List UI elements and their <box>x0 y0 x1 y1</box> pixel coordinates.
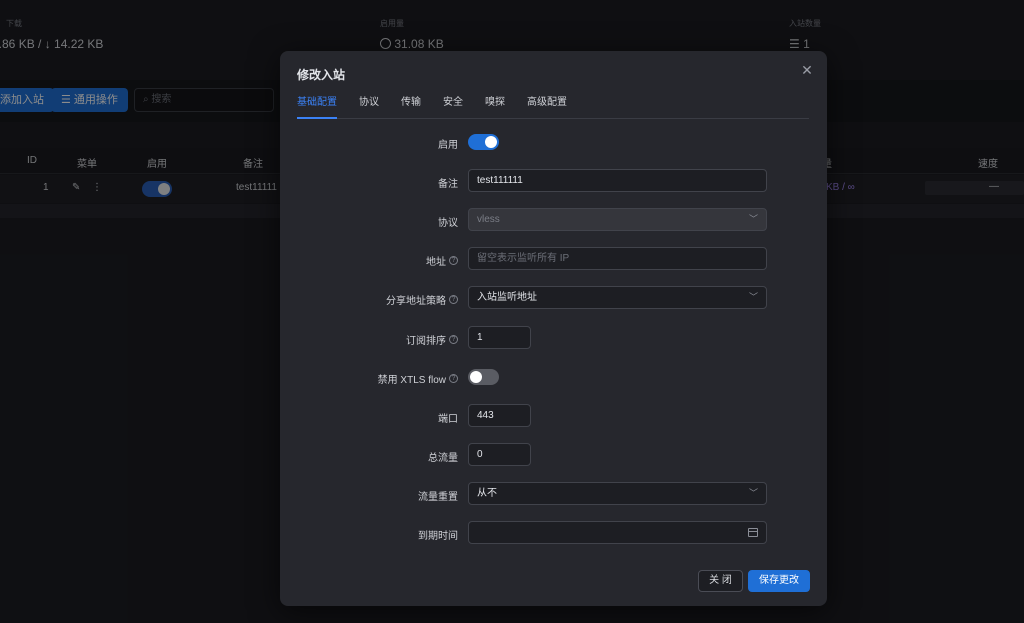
help-icon[interactable]: ? <box>449 374 458 383</box>
remark-label-text: 备注 <box>438 179 458 190</box>
share-strategy-label: 分享地址策略 ? <box>386 292 458 307</box>
tab-bar: 基础配置 协议 传输 安全 嗅探 高级配置 <box>297 97 809 119</box>
xtls-flow-label: 禁用 XTLS flow ? <box>378 371 458 386</box>
toggle-knob <box>470 371 482 383</box>
chevron-down-icon: ﹀ <box>748 488 758 498</box>
port-label: 端口 <box>438 410 458 425</box>
edit-inbound-modal: 修改入站 ✕ 基础配置 协议 传输 安全 嗅探 高级配置 启用 备注 test1… <box>280 51 827 606</box>
tab-transport[interactable]: 传输 <box>401 97 421 119</box>
sub-sort-label-text: 订阅排序 <box>406 336 446 347</box>
share-strategy-value: 入站监听地址 <box>477 292 537 303</box>
protocol-label: 协议 <box>438 214 458 229</box>
tab-basic[interactable]: 基础配置 <box>297 97 337 119</box>
remark-input[interactable]: test111111 <box>468 169 767 192</box>
protocol-select[interactable]: vless ﹀ <box>468 208 767 231</box>
chevron-down-icon: ﹀ <box>748 292 758 302</box>
expiry-date-picker[interactable] <box>468 521 767 544</box>
protocol-value: vless <box>477 214 500 225</box>
chevron-down-icon: ﹀ <box>748 214 758 224</box>
protocol-label-text: 协议 <box>438 218 458 229</box>
enable-label-text: 启用 <box>438 140 458 151</box>
traffic-reset-value: 从不 <box>477 488 497 499</box>
port-label-text: 端口 <box>438 414 458 425</box>
traffic-reset-select[interactable]: 从不 ﹀ <box>468 482 767 505</box>
toggle-knob <box>485 136 497 148</box>
address-input[interactable]: 留空表示监听所有 IP <box>468 247 767 270</box>
tab-sniffing[interactable]: 嗅探 <box>485 97 505 119</box>
total-traffic-input[interactable]: 0 <box>468 443 531 466</box>
xtls-flow-label-text: 禁用 XTLS flow <box>377 375 446 386</box>
traffic-reset-label: 流量重置 <box>418 488 458 503</box>
help-icon[interactable]: ? <box>449 295 458 304</box>
address-label: 地址 ? <box>426 253 458 268</box>
tab-protocol[interactable]: 协议 <box>359 97 379 119</box>
port-input[interactable]: 443 <box>468 404 531 427</box>
sub-sort-input[interactable]: 1 <box>468 326 531 349</box>
traffic-reset-label-text: 流量重置 <box>418 492 458 503</box>
expiry-label: 到期时间 <box>418 527 458 542</box>
share-strategy-label-text: 分享地址策略 <box>386 296 446 307</box>
total-traffic-label-text: 总流量 <box>428 453 458 464</box>
xtls-flow-toggle[interactable] <box>468 369 499 385</box>
help-icon[interactable]: ? <box>449 335 458 344</box>
help-icon[interactable]: ? <box>449 256 458 265</box>
close-button[interactable]: 关 闭 <box>698 570 743 592</box>
share-strategy-select[interactable]: 入站监听地址 ﹀ <box>468 286 767 309</box>
sub-sort-label: 订阅排序 ? <box>406 332 458 347</box>
tab-advanced[interactable]: 高级配置 <box>527 97 567 119</box>
total-traffic-label: 总流量 <box>428 449 458 464</box>
enable-toggle[interactable] <box>468 134 499 150</box>
address-label-text: 地址 <box>426 257 446 268</box>
modal-title: 修改入站 <box>297 68 346 82</box>
remark-label: 备注 <box>438 175 458 190</box>
enable-label: 启用 <box>438 136 458 151</box>
calendar-icon <box>748 528 758 537</box>
save-button[interactable]: 保存更改 <box>748 570 810 592</box>
close-icon[interactable]: ✕ <box>799 62 815 78</box>
expiry-label-text: 到期时间 <box>418 531 458 542</box>
tab-security[interactable]: 安全 <box>443 97 463 119</box>
